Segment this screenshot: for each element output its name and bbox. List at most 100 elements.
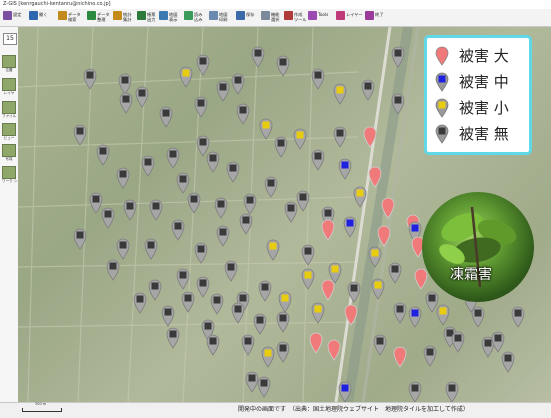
damage-marker[interactable]: [226, 161, 240, 183]
damage-marker[interactable]: [118, 73, 132, 95]
damage-marker[interactable]: [311, 68, 325, 90]
damage-marker[interactable]: [338, 158, 352, 180]
damage-marker[interactable]: [166, 147, 180, 169]
damage-marker[interactable]: [321, 219, 335, 241]
damage-marker[interactable]: [333, 83, 347, 105]
damage-marker[interactable]: [159, 106, 173, 128]
damage-marker[interactable]: [276, 341, 290, 363]
damage-marker[interactable]: [106, 259, 120, 281]
damage-marker[interactable]: [423, 345, 437, 367]
damage-marker[interactable]: [471, 306, 485, 328]
damage-marker[interactable]: [259, 118, 273, 140]
damage-marker[interactable]: [373, 334, 387, 356]
sidebar-item-4[interactable]: 写真: [2, 144, 16, 161]
damage-marker[interactable]: [89, 192, 103, 214]
damage-marker[interactable]: [144, 238, 158, 260]
damage-marker[interactable]: [491, 331, 505, 353]
sidebar-item-1[interactable]: レイヤ: [2, 78, 16, 95]
damage-marker[interactable]: [161, 305, 175, 327]
toolbar-button-13[interactable]: レイヤー: [335, 10, 363, 25]
damage-marker[interactable]: [149, 199, 163, 221]
toolbar-button-7[interactable]: 読み 込み: [183, 10, 209, 25]
damage-marker[interactable]: [194, 242, 208, 264]
damage-marker[interactable]: [264, 176, 278, 198]
damage-marker[interactable]: [436, 304, 450, 326]
damage-marker[interactable]: [96, 144, 110, 166]
damage-marker[interactable]: [148, 279, 162, 301]
damage-marker[interactable]: [224, 260, 238, 282]
damage-marker[interactable]: [83, 68, 97, 90]
damage-marker[interactable]: [179, 66, 193, 88]
damage-marker[interactable]: [393, 346, 407, 368]
damage-marker[interactable]: [123, 199, 137, 221]
damage-marker[interactable]: [119, 92, 133, 114]
damage-marker[interactable]: [451, 331, 465, 353]
damage-marker[interactable]: [251, 46, 265, 68]
damage-marker[interactable]: [266, 239, 280, 261]
damage-marker[interactable]: [181, 291, 195, 313]
damage-marker[interactable]: [257, 376, 271, 398]
toolbar-button-8[interactable]: 地図 印刷: [208, 10, 234, 25]
damage-marker[interactable]: [274, 136, 288, 158]
damage-marker[interactable]: [511, 306, 525, 328]
damage-marker[interactable]: [276, 55, 290, 77]
toolbar-button-0[interactable]: 設定: [2, 10, 28, 25]
damage-marker[interactable]: [284, 201, 298, 223]
damage-marker[interactable]: [210, 293, 224, 315]
sidebar-item-5[interactable]: ワーク シート作成: [2, 166, 32, 183]
damage-marker[interactable]: [328, 262, 342, 284]
damage-marker[interactable]: [241, 334, 255, 356]
damage-marker[interactable]: [388, 262, 402, 284]
damage-marker[interactable]: [343, 216, 357, 238]
toolbar-button-9[interactable]: 保存: [235, 10, 261, 25]
damage-marker[interactable]: [371, 278, 385, 300]
damage-marker[interactable]: [245, 371, 259, 393]
damage-marker[interactable]: [176, 268, 190, 290]
damage-marker[interactable]: [361, 79, 375, 101]
damage-marker[interactable]: [327, 339, 341, 361]
damage-marker[interactable]: [73, 124, 87, 146]
damage-marker[interactable]: [393, 302, 407, 324]
damage-marker[interactable]: [301, 244, 315, 266]
damage-marker[interactable]: [231, 73, 245, 95]
damage-marker[interactable]: [214, 197, 228, 219]
damage-marker[interactable]: [196, 54, 210, 76]
toolbar-button-11[interactable]: 作成 ツール: [283, 10, 309, 25]
damage-marker[interactable]: [196, 135, 210, 157]
damage-marker[interactable]: [216, 225, 230, 247]
toolbar-button-2[interactable]: データ 検索: [57, 10, 83, 25]
damage-marker[interactable]: [135, 86, 149, 108]
damage-marker[interactable]: [261, 346, 275, 368]
damage-marker[interactable]: [253, 313, 267, 335]
damage-marker[interactable]: [206, 334, 220, 356]
damage-marker[interactable]: [206, 151, 220, 173]
damage-marker[interactable]: [381, 197, 395, 219]
damage-marker[interactable]: [243, 193, 257, 215]
damage-marker[interactable]: [278, 291, 292, 313]
toolbar-button-6[interactable]: 地図 表示: [158, 10, 184, 25]
damage-marker[interactable]: [216, 80, 230, 102]
damage-marker[interactable]: [311, 302, 325, 324]
damage-marker[interactable]: [187, 192, 201, 214]
damage-marker[interactable]: [425, 291, 439, 313]
damage-marker[interactable]: [236, 103, 250, 125]
damage-marker[interactable]: [414, 268, 428, 290]
damage-marker[interactable]: [141, 155, 155, 177]
damage-marker[interactable]: [196, 276, 210, 298]
damage-marker[interactable]: [301, 268, 315, 290]
damage-marker[interactable]: [231, 302, 245, 324]
damage-marker[interactable]: [116, 167, 130, 189]
damage-marker[interactable]: [445, 381, 459, 402]
damage-marker[interactable]: [408, 306, 422, 328]
toolbar-button-1[interactable]: 開く: [28, 10, 54, 25]
damage-marker[interactable]: [309, 332, 323, 354]
damage-marker[interactable]: [171, 219, 185, 241]
damage-marker[interactable]: [166, 327, 180, 349]
damage-marker[interactable]: [194, 96, 208, 118]
damage-marker[interactable]: [296, 190, 310, 212]
damage-marker[interactable]: [321, 279, 335, 301]
damage-marker[interactable]: [258, 280, 272, 302]
sidebar-item-2[interactable]: ファイル: [2, 101, 16, 118]
toolbar-button-4[interactable]: 統計 集計: [112, 10, 138, 25]
damage-marker[interactable]: [276, 311, 290, 333]
